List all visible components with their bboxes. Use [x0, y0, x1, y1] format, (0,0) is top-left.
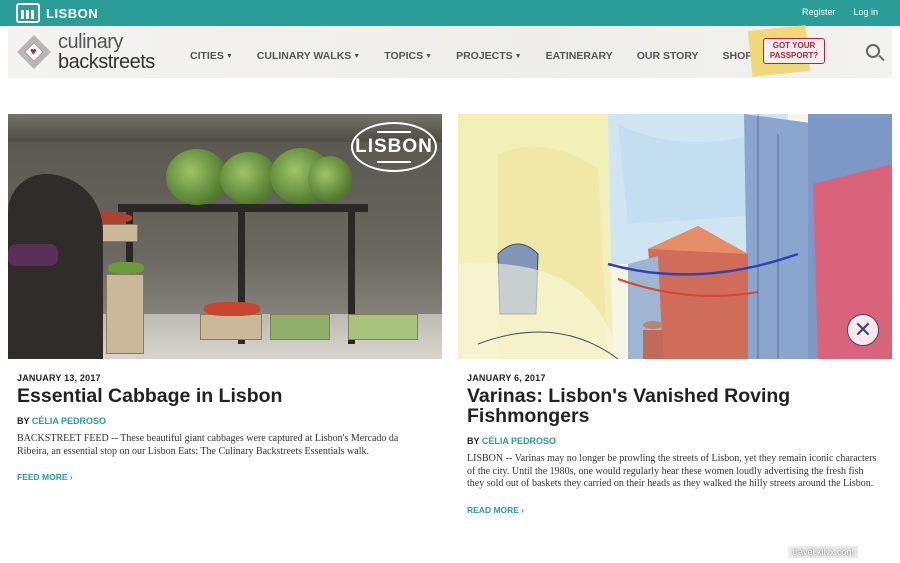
nav-cities[interactable]: CITIES ▼ — [190, 50, 233, 62]
byline-prefix: BY — [467, 436, 480, 446]
site-header: ♥ culinary backstreets CITIES ▼ CULINARY … — [8, 25, 892, 78]
article-excerpt: BACKSTREET FEED -- These beautiful giant… — [17, 433, 399, 457]
passport-line-2: PASSPORT? — [769, 51, 819, 60]
author-link[interactable]: CÉLIA PEDROSO — [32, 416, 106, 426]
chevron-down-icon: ▼ — [425, 53, 433, 60]
login-link[interactable]: Log in — [853, 7, 878, 17]
article-image-market[interactable]: LISBON — [8, 114, 442, 359]
nav-culinary-walks[interactable]: CULINARY WALKS ▼ — [257, 50, 360, 62]
article-card: ✕ JANUARY 6, 2017 Varinas: Lisbon's Vani… — [458, 114, 892, 518]
city-icon — [16, 3, 40, 23]
feed-more-link[interactable]: FEED MORE › — [17, 472, 73, 482]
register-link[interactable]: Register — [802, 7, 836, 17]
main-nav: CITIES ▼ CULINARY WALKS ▼ TOPICS ▼ PROJECTS… — [190, 50, 776, 62]
shopper-figure — [8, 174, 103, 359]
top-bar: LISBON Register Log in — [0, 0, 900, 26]
byline-prefix: BY — [17, 416, 30, 426]
author-link[interactable]: CÉLIA PEDROSO — [482, 436, 556, 446]
nav-our-story[interactable]: OUR STORY — [637, 50, 699, 62]
brand-wordmark: culinary backstreets — [58, 32, 155, 72]
article-byline: BY CÉLIA PEDROSO — [467, 436, 892, 446]
brand-logo[interactable]: ♥ culinary backstreets — [16, 32, 155, 72]
brand-line-1: culinary — [58, 31, 123, 53]
auth-links: Register Log in — [802, 7, 878, 17]
close-icon[interactable]: ✕ — [847, 314, 879, 346]
article-image-illustration[interactable]: ✕ — [458, 114, 892, 359]
read-more-link[interactable]: READ MORE › — [467, 505, 524, 515]
city-name: LISBON — [46, 5, 99, 21]
passport-button[interactable]: GOT YOUR PASSPORT? — [763, 38, 825, 64]
article-title[interactable]: Varinas: Lisbon's Vanished Roving Fishmo… — [467, 386, 867, 426]
passport-line-1: GOT YOUR — [772, 41, 816, 50]
chevron-down-icon: ▼ — [353, 53, 361, 60]
article-card: LISBON JANUARY 13, 2017 Essential Cabbag… — [8, 114, 442, 485]
article-date: JANUARY 6, 2017 — [467, 373, 546, 383]
brand-mark-icon: ♥ — [16, 34, 52, 70]
article-date: JANUARY 13, 2017 — [17, 373, 101, 383]
article-excerpt: LISBON -- Varinas may no longer be prowl… — [467, 453, 877, 489]
nav-projects[interactable]: PROJECTS ▼ — [456, 50, 522, 62]
nav-eatinerary[interactable]: EATINERARY — [546, 50, 613, 62]
city-logo-link[interactable]: LISBON — [16, 2, 98, 24]
article-title[interactable]: Essential Cabbage in Lisbon — [17, 386, 417, 406]
article-byline: BY CÉLIA PEDROSO — [17, 416, 442, 426]
search-button[interactable] — [864, 42, 886, 64]
chevron-down-icon: ▼ — [514, 53, 522, 60]
lisbon-badge: LISBON — [351, 122, 437, 172]
nav-topics[interactable]: TOPICS ▼ — [384, 50, 432, 62]
watermark: travel.kllvx.com — [788, 546, 858, 558]
street-illustration — [458, 114, 892, 359]
nav-shop[interactable]: SHOP — [723, 50, 753, 62]
chevron-down-icon: ▼ — [225, 53, 233, 60]
brand-line-2: backstreets — [58, 51, 155, 73]
